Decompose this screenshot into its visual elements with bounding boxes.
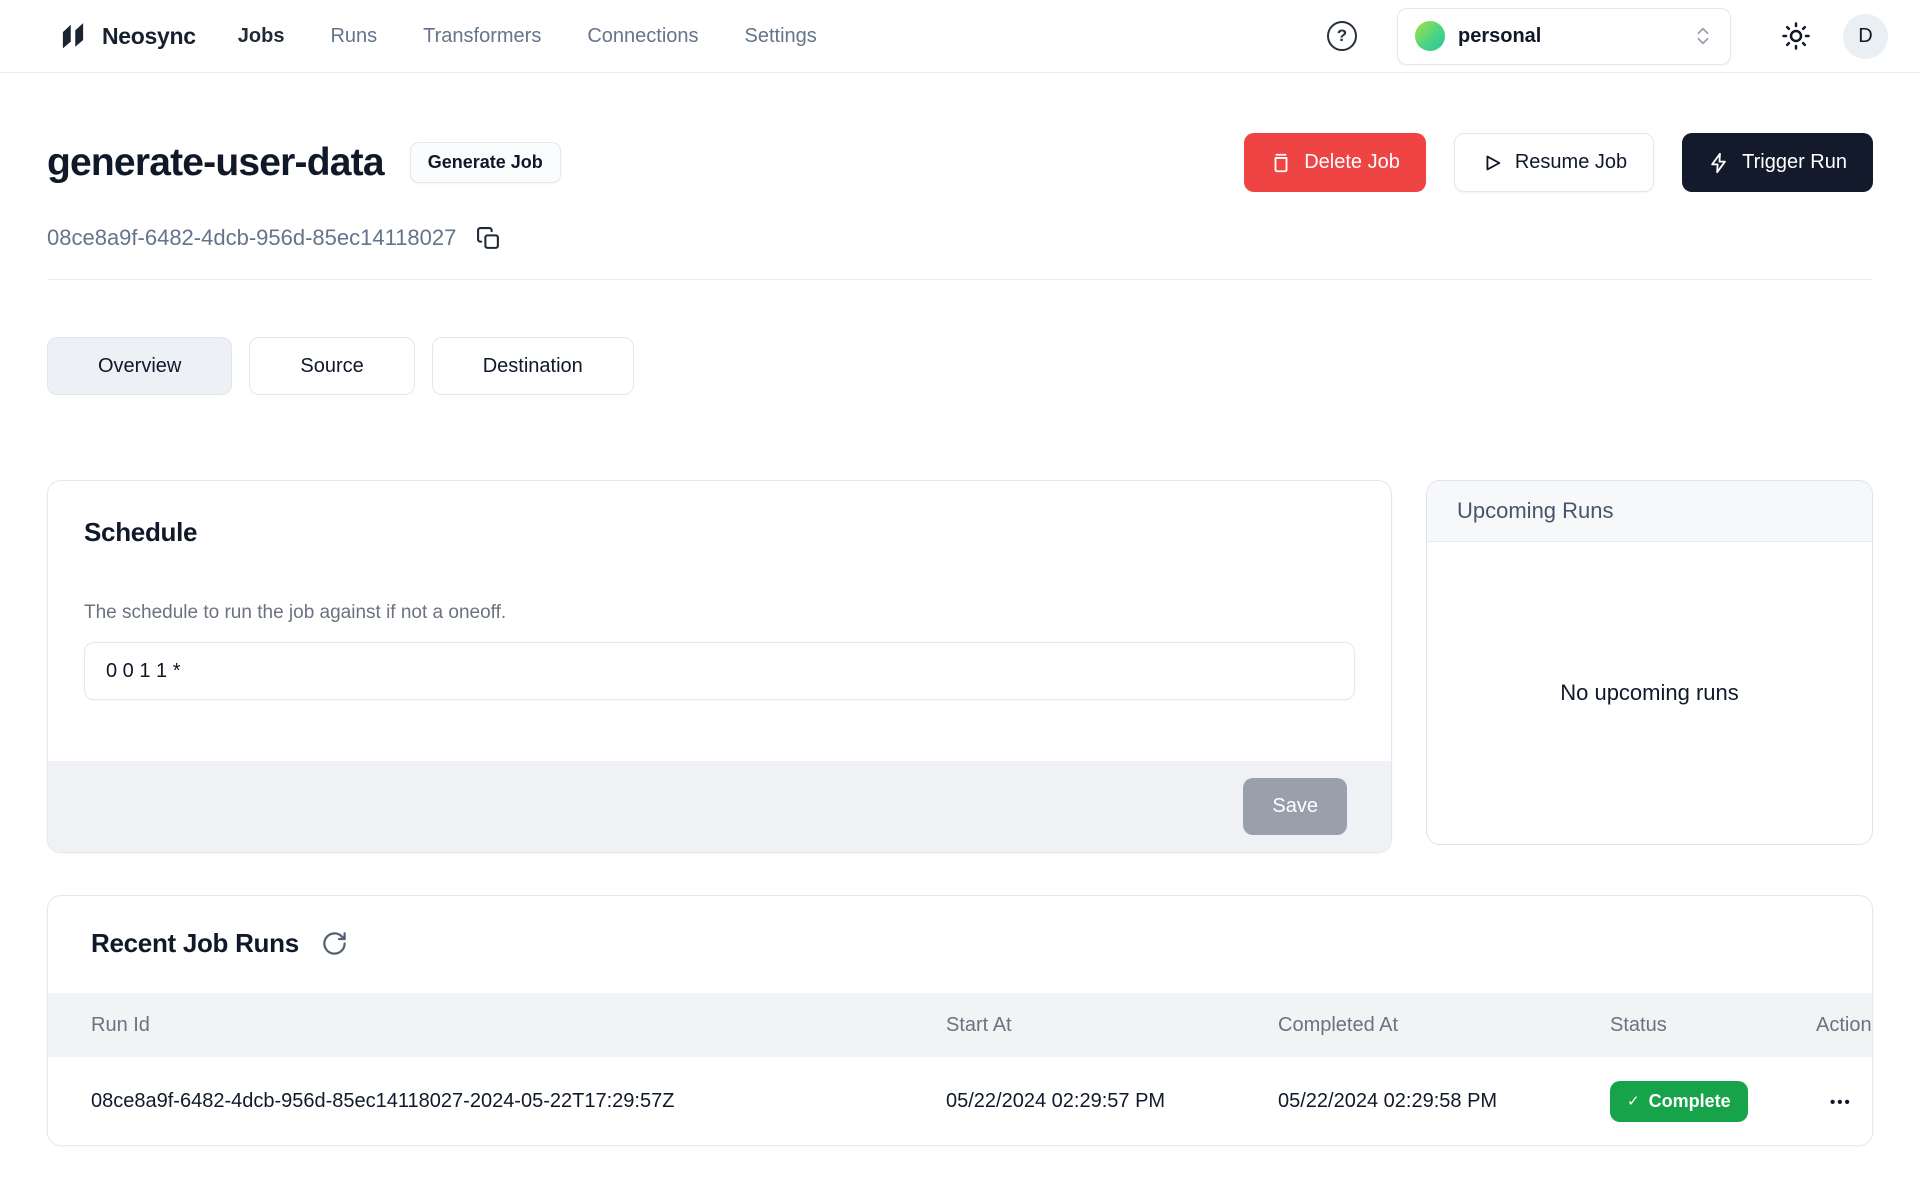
- account-avatar-icon: [1415, 21, 1445, 51]
- nav-item-jobs[interactable]: Jobs: [238, 25, 285, 48]
- play-icon: [1481, 152, 1503, 174]
- schedule-description: The schedule to run the job against if n…: [84, 602, 1355, 624]
- check-icon: ✓: [1627, 1092, 1640, 1110]
- no-upcoming-runs-message: No upcoming runs: [1560, 680, 1739, 706]
- completed-at-cell: 05/22/2024 02:29:58 PM: [1235, 1090, 1567, 1113]
- brand[interactable]: Neosync: [55, 18, 196, 54]
- recent-job-runs-card: Recent Job Runs Run Id Start At Complete…: [47, 895, 1873, 1146]
- status-badge: ✓ Complete: [1610, 1081, 1748, 1122]
- trigger-run-button[interactable]: Trigger Run: [1682, 133, 1873, 192]
- column-run-id: Run Id: [48, 1014, 903, 1037]
- column-completed-at: Completed At: [1235, 1014, 1567, 1037]
- column-start-at: Start At: [903, 1014, 1235, 1037]
- overview-cards-row: Schedule The schedule to run the job aga…: [47, 480, 1873, 853]
- schedule-title: Schedule: [84, 517, 1355, 548]
- row-actions-menu-icon[interactable]: •••: [1816, 1094, 1852, 1111]
- save-button[interactable]: Save: [1243, 778, 1347, 835]
- page-header: generate-user-data Generate Job Delete J…: [47, 133, 1873, 192]
- start-at-cell: 05/22/2024 02:29:57 PM: [903, 1090, 1235, 1113]
- tab-overview[interactable]: Overview: [47, 337, 232, 395]
- user-avatar[interactable]: D: [1843, 14, 1888, 59]
- nav-item-settings[interactable]: Settings: [745, 25, 817, 48]
- account-switcher[interactable]: personal: [1397, 8, 1731, 65]
- action-cell: •••: [1773, 1090, 1872, 1113]
- upcoming-runs-title: Upcoming Runs: [1427, 481, 1872, 542]
- theme-toggle-sun-icon[interactable]: [1781, 21, 1811, 51]
- run-table-row[interactable]: 08ce8a9f-6482-4dcb-956d-85ec14118027-202…: [48, 1057, 1872, 1145]
- schedule-card-footer: Save: [48, 761, 1391, 852]
- top-navbar: Neosync Jobs Runs Transformers Connectio…: [0, 0, 1920, 73]
- nav-item-transformers[interactable]: Transformers: [423, 25, 541, 48]
- delete-job-button[interactable]: Delete Job: [1244, 133, 1426, 192]
- runs-table-header: Run Id Start At Completed At Status Acti…: [48, 993, 1872, 1057]
- job-tabs: Overview Source Destination: [47, 337, 1873, 395]
- resume-job-button[interactable]: Resume Job: [1454, 133, 1654, 192]
- job-id: 08ce8a9f-6482-4dcb-956d-85ec14118027: [47, 225, 456, 251]
- nav-item-runs[interactable]: Runs: [330, 25, 377, 48]
- job-id-row: 08ce8a9f-6482-4dcb-956d-85ec14118027: [47, 225, 1873, 251]
- help-icon[interactable]: ?: [1327, 21, 1357, 51]
- account-name: personal: [1458, 25, 1541, 48]
- cron-schedule-input[interactable]: [84, 642, 1355, 700]
- tab-source[interactable]: Source: [249, 337, 414, 395]
- status-cell: ✓ Complete: [1567, 1081, 1773, 1122]
- page-title: generate-user-data: [47, 141, 384, 185]
- header-divider: [47, 279, 1873, 280]
- header-actions: Delete Job Resume Job: [1244, 133, 1873, 192]
- main-content: generate-user-data Generate Job Delete J…: [0, 133, 1920, 1146]
- run-id-cell: 08ce8a9f-6482-4dcb-956d-85ec14118027-202…: [48, 1090, 903, 1113]
- neosync-logo-icon: [55, 18, 91, 54]
- upcoming-runs-card: Upcoming Runs No upcoming runs: [1426, 480, 1873, 845]
- title-group: generate-user-data Generate Job: [47, 141, 561, 185]
- primary-nav: Jobs Runs Transformers Connections Setti…: [238, 25, 817, 48]
- schedule-card: Schedule The schedule to run the job aga…: [47, 480, 1392, 853]
- refresh-icon[interactable]: [321, 930, 348, 957]
- column-action: Action: [1773, 1014, 1872, 1037]
- brand-name: Neosync: [102, 23, 196, 50]
- trash-icon: [1270, 152, 1292, 174]
- schedule-card-body: Schedule The schedule to run the job aga…: [48, 481, 1391, 700]
- job-type-badge: Generate Job: [410, 142, 561, 183]
- neosync-job-page: Neosync Jobs Runs Transformers Connectio…: [0, 0, 1920, 1178]
- nav-item-connections[interactable]: Connections: [587, 25, 698, 48]
- copy-icon[interactable]: [476, 226, 501, 251]
- status-label: Complete: [1649, 1091, 1731, 1112]
- tab-destination[interactable]: Destination: [432, 337, 634, 395]
- recent-runs-title: Recent Job Runs: [91, 928, 299, 959]
- lightning-bolt-icon: [1708, 152, 1730, 174]
- upcoming-runs-body: No upcoming runs: [1427, 542, 1872, 844]
- recent-runs-heading-row: Recent Job Runs: [48, 896, 1872, 993]
- column-status: Status: [1567, 1014, 1773, 1037]
- chevrons-up-down-icon: [1692, 25, 1714, 47]
